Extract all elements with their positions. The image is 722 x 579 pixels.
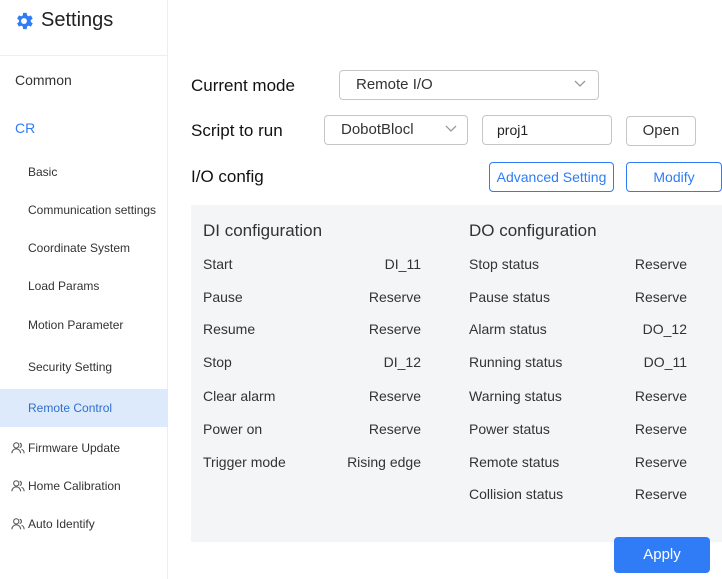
sidebar-item-communication[interactable]: Communication settings	[0, 202, 168, 218]
di-value: Reserve	[368, 321, 421, 337]
do-value: Reserve	[634, 289, 687, 305]
do-label: Warning status	[469, 388, 562, 404]
sidebar-item-common[interactable]: Common	[0, 72, 168, 88]
di-title: DI configuration	[203, 221, 323, 240]
do-label: Alarm status	[469, 321, 547, 337]
sidebar-item-load-params[interactable]: Load Params	[0, 278, 168, 294]
sidebar-item-remote-control[interactable]: Remote Control	[0, 389, 168, 427]
sidebar-item-label: Home Calibration	[28, 479, 121, 493]
do-value: Reserve	[634, 388, 687, 404]
sidebar-item-auto-identify[interactable]: Auto Identify	[0, 516, 168, 532]
open-button[interactable]: Open	[626, 116, 696, 146]
script-label: Script to run	[191, 121, 283, 140]
chevron-down-icon	[574, 80, 586, 87]
sidebar-item-home-calibration[interactable]: Home Calibration	[0, 478, 168, 494]
di-label: Power on	[203, 421, 263, 437]
chevron-down-icon	[445, 125, 457, 132]
sidebar-item-firmware[interactable]: Firmware Update	[0, 440, 168, 456]
di-label: Clear alarm	[203, 388, 276, 404]
di-value: Reserve	[368, 421, 421, 437]
do-label: Power status	[469, 421, 550, 437]
person-icon	[11, 518, 25, 530]
sidebar-item-label: Firmware Update	[28, 441, 121, 455]
current-mode-value: Remote I/O	[356, 76, 433, 93]
io-config-label: I/O config	[191, 167, 264, 186]
di-value: Reserve	[368, 388, 421, 404]
sidebar-item-basic[interactable]: Basic	[0, 164, 168, 180]
do-value: Reserve	[634, 486, 687, 502]
advanced-setting-button[interactable]: Advanced Setting	[489, 162, 614, 192]
di-value: Rising edge	[347, 454, 421, 470]
sidebar-item-cr[interactable]: CR	[0, 120, 168, 136]
do-value: Reserve	[634, 421, 687, 437]
di-value: Reserve	[368, 289, 421, 305]
do-label: Stop status	[469, 256, 540, 272]
di-value: DI_12	[383, 354, 421, 370]
di-value: DI_11	[384, 256, 421, 272]
person-icon	[11, 480, 25, 492]
person-icon	[11, 442, 25, 454]
apply-button[interactable]: Apply	[614, 537, 710, 573]
project-input[interactable]: proj1	[482, 115, 612, 145]
di-label: Pause	[203, 289, 243, 305]
do-value: Reserve	[634, 454, 687, 470]
current-mode-select[interactable]: Remote I/O	[339, 70, 599, 100]
do-value: Reserve	[634, 256, 687, 272]
do-value: DO_11	[643, 354, 687, 370]
do-title: DO configuration	[469, 221, 597, 240]
do-label: Remote status	[469, 454, 560, 470]
do-label: Running status	[469, 354, 563, 370]
di-label: Trigger mode	[203, 454, 286, 470]
script-select[interactable]: DobotBlocl	[324, 115, 468, 145]
di-label: Start	[203, 256, 233, 272]
sidebar-item-security[interactable]: Security Setting	[0, 359, 168, 375]
sidebar-item-label: Auto Identify	[28, 517, 95, 531]
do-label: Pause status	[469, 289, 550, 305]
sidebar: Settings Common CR Basic Communication s…	[0, 0, 168, 579]
current-mode-label: Current mode	[191, 76, 295, 95]
page-title: Settings	[41, 9, 114, 31]
do-value: DO_12	[642, 321, 687, 337]
do-label: Collision status	[469, 486, 564, 502]
gear-icon	[17, 12, 33, 30]
di-label: Resume	[203, 321, 256, 337]
sidebar-item-motion[interactable]: Motion Parameter	[0, 317, 168, 333]
modify-button[interactable]: Modify	[626, 162, 722, 192]
di-label: Stop	[203, 354, 232, 370]
sidebar-item-coordinate[interactable]: Coordinate System	[0, 240, 168, 256]
script-value: DobotBlocl	[341, 121, 414, 138]
sidebar-header: Settings	[0, 0, 168, 56]
